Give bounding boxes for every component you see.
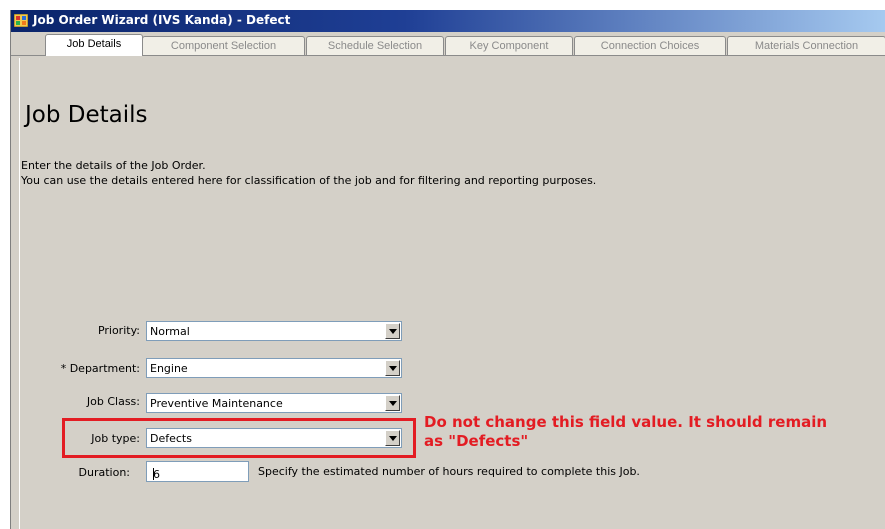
duration-label: Duration: xyxy=(78,466,130,479)
department-dropdown-button[interactable] xyxy=(385,360,400,376)
highlight-box xyxy=(62,418,416,458)
tab-key-component[interactable]: Key Component xyxy=(445,36,573,55)
chevron-down-icon xyxy=(389,366,397,371)
tab-schedule-selection[interactable]: Schedule Selection xyxy=(306,36,444,55)
department-value: Engine xyxy=(150,362,188,375)
tab-strip: Job Details Component Selection Schedule… xyxy=(11,32,885,56)
department-label: * Department: xyxy=(60,362,140,375)
priority-select[interactable]: Normal xyxy=(146,321,402,341)
priority-dropdown-button[interactable] xyxy=(385,323,400,339)
annotation-note: Do not change this field value. It shoul… xyxy=(424,413,884,451)
department-select[interactable]: Engine xyxy=(146,358,402,378)
annotation-line-2: as "Defects" xyxy=(424,432,529,450)
job-class-select[interactable]: Preventive Maintenance xyxy=(146,393,402,413)
priority-value: Normal xyxy=(150,325,190,338)
intro-text-line-1: Enter the details of the Job Order. xyxy=(21,159,206,172)
page-title: Job Details xyxy=(25,102,148,128)
content-panel xyxy=(19,58,885,529)
window-title: Job Order Wizard (IVS Kanda) - Defect xyxy=(33,13,291,27)
intro-text-line-2: You can use the details entered here for… xyxy=(21,174,597,187)
chevron-down-icon xyxy=(389,401,397,406)
title-bar[interactable]: Job Order Wizard (IVS Kanda) - Defect xyxy=(11,10,885,32)
job-class-value: Preventive Maintenance xyxy=(150,397,283,410)
chevron-down-icon xyxy=(389,329,397,334)
tab-materials-connection[interactable]: Materials Connection xyxy=(727,36,885,55)
duration-input[interactable]: 6 xyxy=(146,461,249,482)
job-class-dropdown-button[interactable] xyxy=(385,395,400,411)
annotation-line-1: Do not change this field value. It shoul… xyxy=(424,413,828,431)
duration-hint: Specify the estimated number of hours re… xyxy=(258,465,640,478)
tab-component-selection[interactable]: Component Selection xyxy=(142,36,305,55)
tab-connection-choices[interactable]: Connection Choices xyxy=(574,36,726,55)
job-class-label: Job Class: xyxy=(86,395,140,408)
priority-label: Priority: xyxy=(97,324,140,337)
app-icon xyxy=(14,14,28,27)
tab-job-details[interactable]: Job Details xyxy=(45,34,143,56)
